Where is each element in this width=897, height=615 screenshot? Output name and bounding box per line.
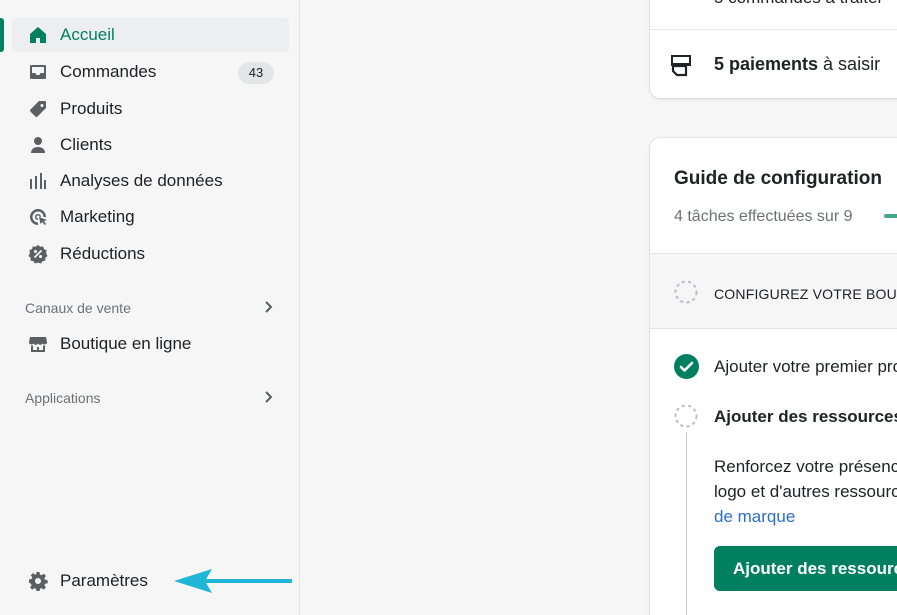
payments-text: 5 paiements à saisir (714, 54, 880, 75)
sidebar-item-label: Commandes (60, 62, 157, 81)
applications-header[interactable]: Applications (25, 386, 275, 410)
payments-count: 5 paiements (714, 54, 819, 74)
inbox-icon (26, 60, 50, 84)
task-connector-line (686, 432, 687, 615)
sidebar-item-label: Marketing (60, 207, 135, 226)
sidebar-item-analyses[interactable]: Analyses de données (12, 164, 289, 198)
task-add-brand-assets[interactable]: Ajouter des ressources de marque (714, 407, 897, 427)
gear-icon (26, 569, 50, 593)
brand-assets-link[interactable]: de marque (714, 504, 897, 529)
pending-circle-icon (674, 280, 698, 304)
sidebar-item-label: Boutique en ligne (60, 334, 192, 353)
guide-progress-fill (884, 214, 897, 218)
sidebar-item-label: Paramètres (60, 571, 148, 590)
tag-icon (26, 97, 50, 121)
guide-progress-text: 4 tâches effectuées sur 9 (674, 208, 853, 225)
target-icon (26, 205, 50, 229)
sidebar-item-marketing[interactable]: Marketing (12, 200, 289, 234)
app-root: Accueil Commandes 43 Produits Clients An… (0, 0, 897, 615)
task-description: Renforcez votre présence en ajoutant vot… (714, 454, 897, 529)
summary-card: 5 commandes à traiter 5 paiements à sais… (650, 0, 897, 98)
annotation-arrow-icon (174, 569, 292, 593)
orders-count-badge: 43 (238, 62, 274, 84)
sidebar-item-accueil[interactable]: Accueil (12, 18, 289, 52)
guide-title: Guide de configuration (674, 168, 882, 189)
chevron-right-icon (261, 390, 275, 407)
task-add-product[interactable]: Ajouter votre premier produit (714, 357, 897, 377)
orders-to-process-row[interactable]: 5 commandes à traiter (650, 0, 897, 30)
check-circle-icon (674, 354, 699, 379)
person-icon (26, 133, 50, 157)
setup-guide-card: Guide de configuration 4 tâches effectué… (650, 138, 897, 615)
store-icon (26, 332, 50, 356)
sidebar-item-commandes[interactable]: Commandes 43 (12, 55, 289, 89)
sidebar-item-clients[interactable]: Clients (12, 128, 289, 162)
section-configure-store[interactable]: CONFIGUREZ VOTRE BOUTIQUE (650, 253, 897, 329)
sidebar-item-boutique-en-ligne[interactable]: Boutique en ligne (12, 327, 289, 361)
sidebar-item-label: Accueil (60, 25, 115, 44)
sidebar-item-produits[interactable]: Produits (12, 92, 289, 126)
section-header-label: Canaux de vente (25, 300, 131, 316)
bar-chart-icon (26, 169, 50, 193)
sidebar-item-label: Clients (60, 135, 112, 154)
active-indicator (0, 18, 4, 52)
chevron-right-icon (261, 300, 275, 317)
sidebar-item-label: Produits (60, 99, 123, 118)
pending-circle-icon (674, 404, 698, 428)
orders-to-process-text: 5 commandes à traiter (714, 0, 883, 8)
description-line: logo et d'autres ressources (714, 482, 897, 501)
sidebar-item-label: Réductions (60, 244, 146, 263)
section-header-label: Applications (25, 390, 101, 406)
sales-channels-header[interactable]: Canaux de vente (25, 296, 275, 320)
section-title: CONFIGUREZ VOTRE BOUTIQUE (714, 286, 897, 302)
sidebar: Accueil Commandes 43 Produits Clients An… (0, 0, 300, 615)
credit-card-icon (671, 55, 691, 77)
payments-suffix: à saisir (818, 54, 881, 74)
add-brand-assets-button[interactable]: Ajouter des ressources (714, 546, 897, 591)
payments-to-capture-row[interactable]: 5 paiements à saisir (650, 30, 897, 98)
description-line: Renforcez votre présence en ajoutant vot… (714, 457, 897, 476)
sidebar-item-label: Analyses de données (60, 171, 223, 190)
home-icon (26, 23, 50, 47)
discount-icon (26, 242, 50, 266)
guide-progress-bar (884, 214, 897, 218)
sidebar-item-reductions[interactable]: Réductions (12, 237, 289, 271)
